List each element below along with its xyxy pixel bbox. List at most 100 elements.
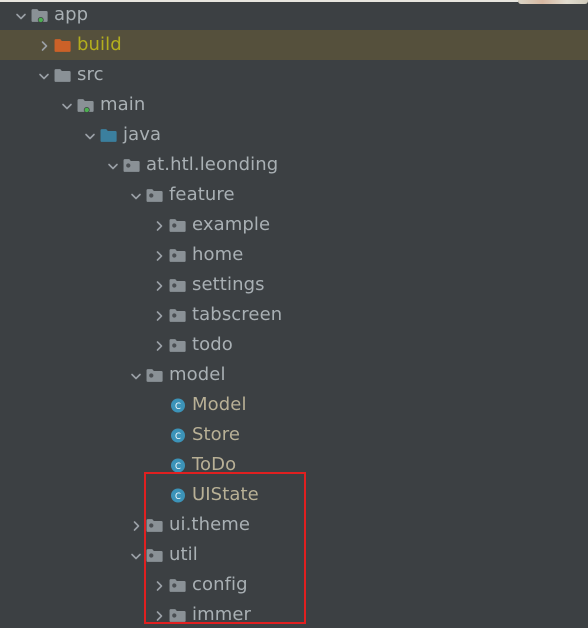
chevron-right-icon[interactable]: [150, 240, 167, 270]
chevron-down-icon[interactable]: [58, 90, 75, 120]
tree-row-label: build: [77, 34, 122, 55]
chevron-down-icon[interactable]: [127, 360, 144, 390]
chevron-down-icon[interactable]: [127, 540, 144, 570]
tree-row-label: src: [77, 64, 104, 85]
package-icon: [167, 210, 189, 240]
tree-row-label: example: [192, 214, 271, 235]
tree-row-model[interactable]: model: [0, 360, 588, 390]
chevron-down-icon[interactable]: [12, 0, 29, 30]
chevron-down-icon[interactable]: [81, 120, 98, 150]
tree-row-build[interactable]: build: [0, 30, 588, 60]
chevron-down-icon[interactable]: [104, 150, 121, 180]
chevron-down-icon[interactable]: [127, 180, 144, 210]
tree-row-store[interactable]: C Store: [0, 420, 588, 450]
chevron-right-icon[interactable]: [150, 600, 167, 628]
project-tree-rows[interactable]: app build src main java at.htl.leonding featur…: [0, 0, 588, 628]
excluded-folder-icon: [52, 30, 74, 60]
chevron-right-icon[interactable]: [150, 570, 167, 600]
tree-row-example[interactable]: example: [0, 210, 588, 240]
chevron-right-icon[interactable]: [150, 330, 167, 360]
tree-row-label: feature: [169, 184, 235, 205]
package-icon: [167, 600, 189, 628]
tree-row-at-htl-leonding[interactable]: at.htl.leonding: [0, 150, 588, 180]
tree-row-label: at.htl.leonding: [146, 154, 279, 175]
package-icon: [144, 510, 166, 540]
tree-row-app[interactable]: app: [0, 0, 588, 30]
tree-row-label: util: [169, 544, 198, 565]
tree-row-label: settings: [192, 274, 265, 295]
tree-row-main[interactable]: main: [0, 90, 588, 120]
tree-row-model[interactable]: C Model: [0, 390, 588, 420]
tree-row-src[interactable]: src: [0, 60, 588, 90]
chevron-right-icon[interactable]: [127, 510, 144, 540]
tree-row-label: main: [100, 94, 146, 115]
package-icon: [121, 150, 143, 180]
tree-row-label: app: [54, 4, 89, 25]
tree-row-label: ui.theme: [169, 514, 251, 535]
tree-row-config[interactable]: config: [0, 570, 588, 600]
tree-row-label: todo: [192, 334, 233, 355]
svg-text:C: C: [175, 431, 181, 441]
chevron-right-icon[interactable]: [35, 30, 52, 60]
tree-row-java[interactable]: java: [0, 120, 588, 150]
tree-row-immer[interactable]: immer: [0, 600, 588, 628]
svg-text:C: C: [175, 461, 181, 471]
tree-row-label: tabscreen: [192, 304, 283, 325]
tree-row-label: home: [192, 244, 244, 265]
tree-row-label: Model: [192, 394, 247, 415]
project-tool-window[interactable]: app build src main java at.htl.leonding featur…: [0, 0, 588, 628]
folder-icon: [52, 60, 74, 90]
tree-row-label: model: [169, 364, 226, 385]
chevron-down-icon[interactable]: [35, 60, 52, 90]
java-class-icon: C: [167, 390, 189, 420]
tree-row-todo[interactable]: todo: [0, 330, 588, 360]
tree-row-ui-theme[interactable]: ui.theme: [0, 510, 588, 540]
tree-row-util[interactable]: util: [0, 540, 588, 570]
tree-row-settings[interactable]: settings: [0, 270, 588, 300]
chevron-right-icon[interactable]: [150, 270, 167, 300]
tree-row-label: config: [192, 574, 248, 595]
package-icon: [167, 570, 189, 600]
module-folder-icon: [29, 0, 51, 30]
tree-row-label: immer: [192, 604, 252, 625]
package-icon: [144, 180, 166, 210]
tree-row-feature[interactable]: feature: [0, 180, 588, 210]
tree-row-label: ToDo: [192, 454, 237, 475]
package-icon: [144, 360, 166, 390]
chevron-right-icon[interactable]: [150, 210, 167, 240]
java-class-icon: C: [167, 420, 189, 450]
java-class-icon: C: [167, 450, 189, 480]
svg-text:C: C: [175, 401, 181, 411]
chevron-right-icon[interactable]: [150, 300, 167, 330]
package-icon: [167, 300, 189, 330]
tree-row-uistate[interactable]: C UIState: [0, 480, 588, 510]
tree-row-home[interactable]: home: [0, 240, 588, 270]
package-icon: [167, 240, 189, 270]
tree-row-tabscreen[interactable]: tabscreen: [0, 300, 588, 330]
svg-text:C: C: [175, 491, 181, 501]
tree-row-label: java: [123, 124, 162, 145]
tree-row-todo[interactable]: C ToDo: [0, 450, 588, 480]
java-class-icon: C: [167, 480, 189, 510]
package-icon: [167, 270, 189, 300]
